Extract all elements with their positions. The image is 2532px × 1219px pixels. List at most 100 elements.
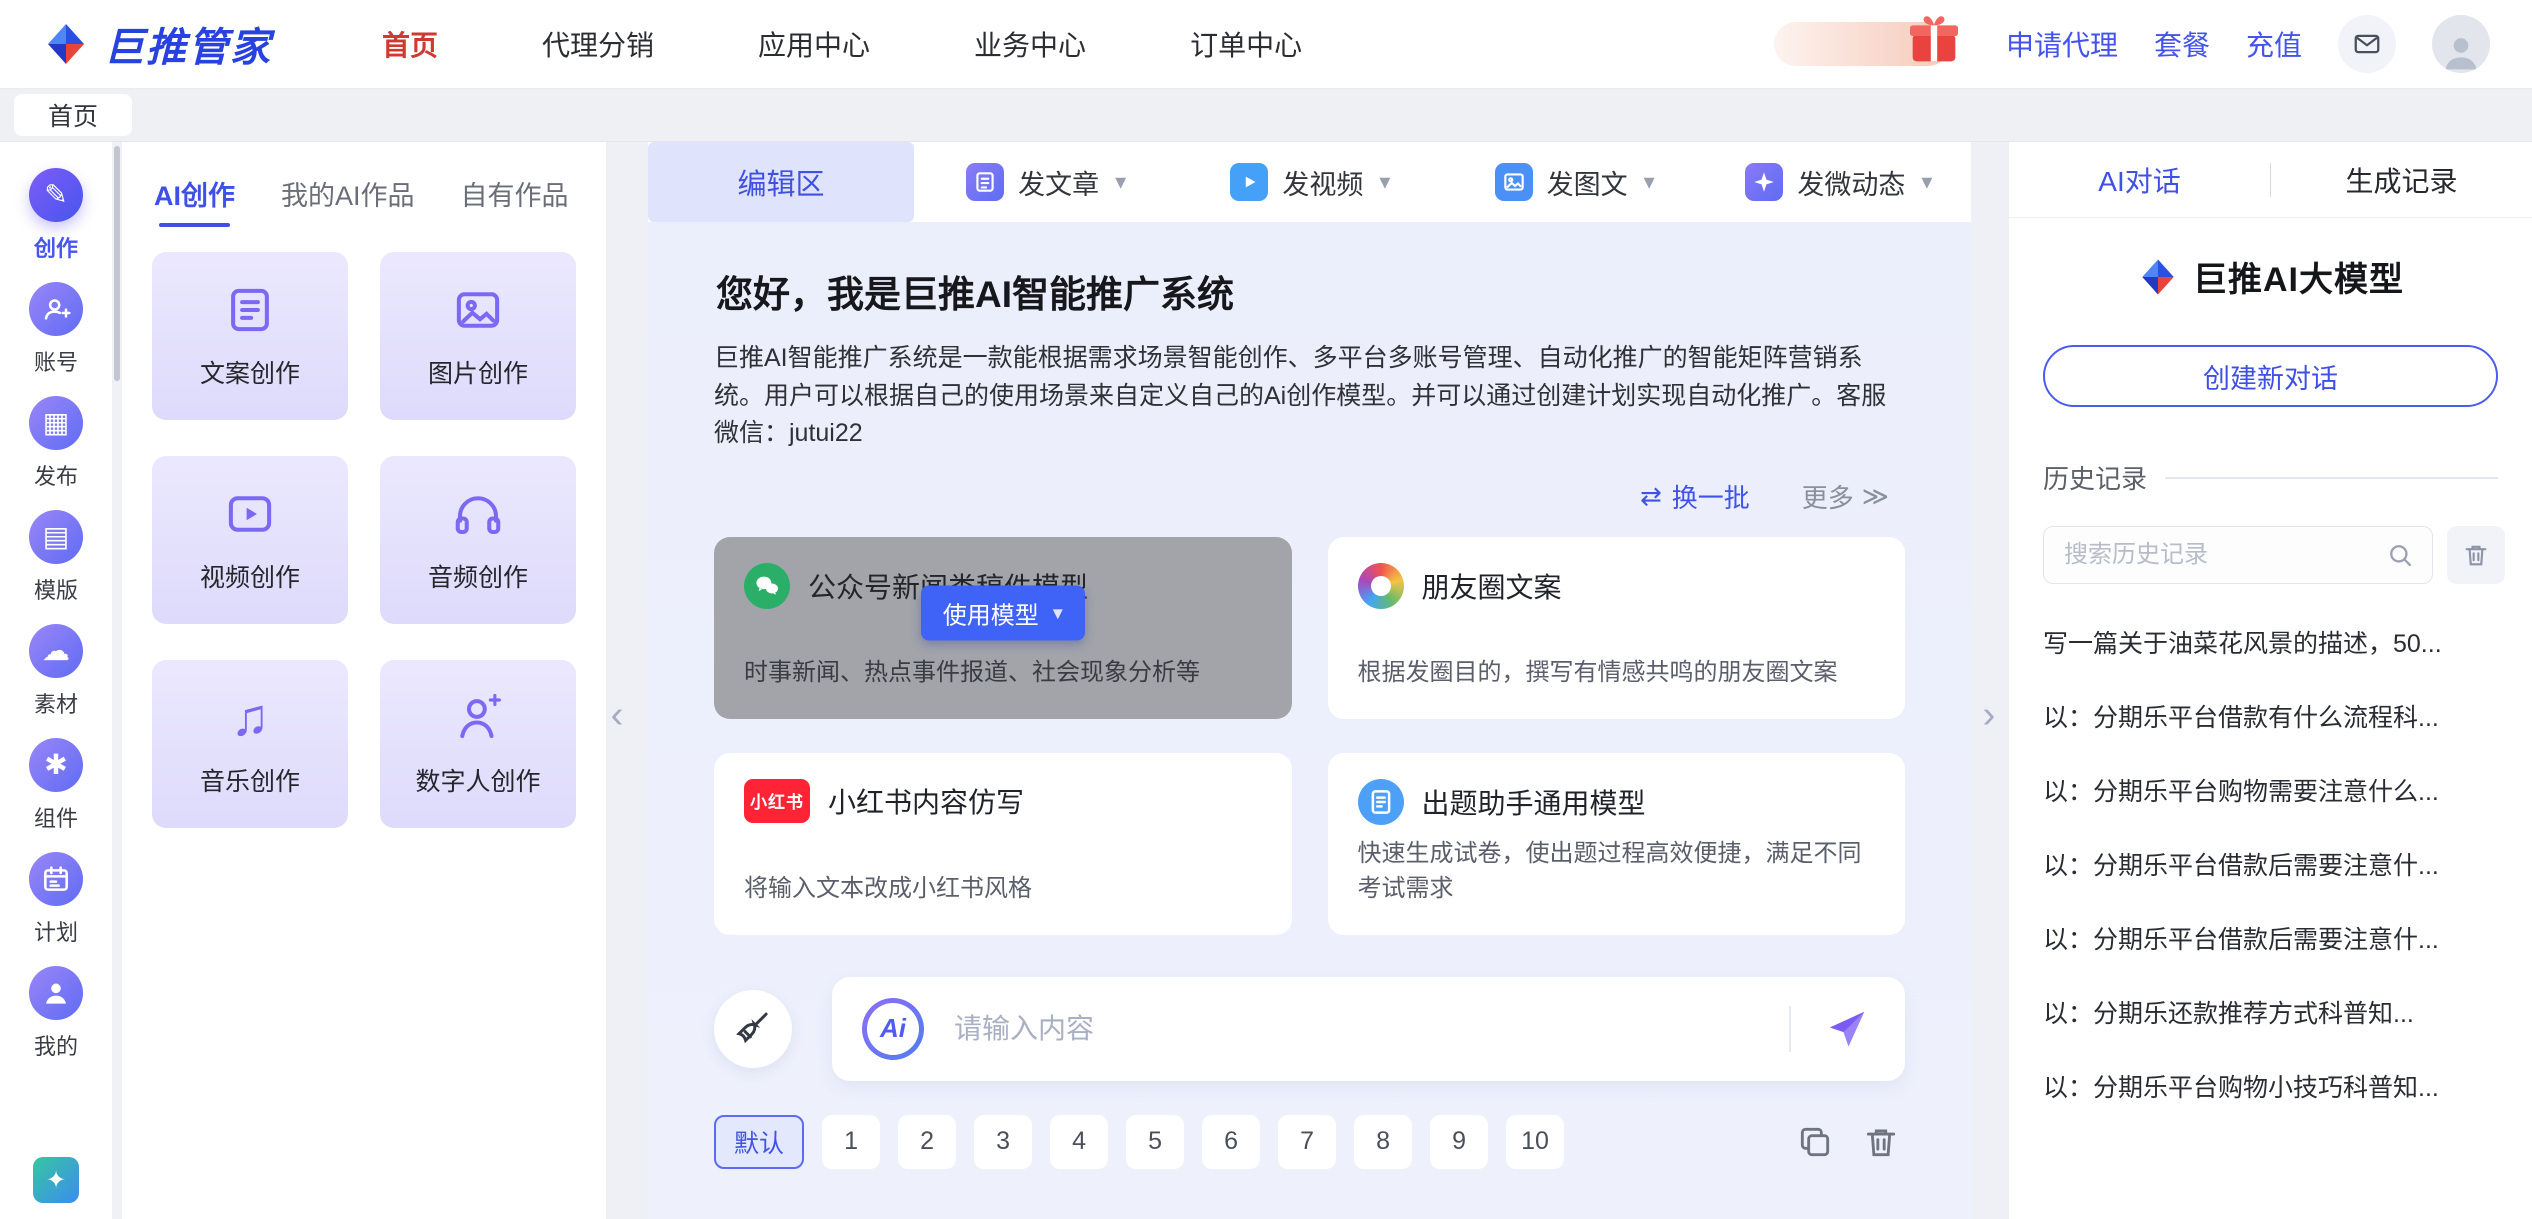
card-label: 视频创作 bbox=[200, 558, 300, 594]
page-button-5[interactable]: 5 bbox=[1126, 1115, 1184, 1169]
quiz-doc-icon bbox=[1358, 779, 1404, 825]
tab-ai-creation[interactable]: AI创作 bbox=[152, 160, 237, 227]
page-button-4[interactable]: 4 bbox=[1050, 1115, 1108, 1169]
card-image-creation[interactable]: 图片创作 bbox=[380, 252, 576, 420]
main-nav: 首页 代理分销 应用中心 业务中心 订单中心 bbox=[382, 24, 1302, 64]
tab-publish-imagetext[interactable]: 发图文 ▾ bbox=[1443, 142, 1707, 222]
tab-publish-micro-moment[interactable]: 发微动态 ▾ bbox=[1707, 142, 1971, 222]
greeting-title: 您好，我是巨推AI智能推广系统 bbox=[716, 264, 1905, 318]
model-toolbar: ⇄ 换一批 更多 ≫ bbox=[714, 478, 1889, 515]
swap-icon: ⇄ bbox=[1640, 481, 1662, 512]
page-button-8[interactable]: 8 bbox=[1354, 1115, 1412, 1169]
page-button-7[interactable]: 7 bbox=[1278, 1115, 1336, 1169]
recharge-link[interactable]: 充值 bbox=[2246, 24, 2302, 64]
page-button-3[interactable]: 3 bbox=[974, 1115, 1032, 1169]
delete-button[interactable] bbox=[1857, 1118, 1905, 1166]
sidebar-label: 我的 bbox=[34, 1029, 78, 1061]
clear-history-button[interactable] bbox=[2447, 526, 2505, 584]
avatar[interactable] bbox=[2432, 15, 2490, 73]
more-models-link[interactable]: 更多 ≫ bbox=[1802, 478, 1889, 515]
card-music-creation[interactable]: ♫ 音乐创作 bbox=[152, 660, 348, 828]
tab-own-works[interactable]: 自有作品 bbox=[459, 160, 571, 227]
tab-ai-chat[interactable]: AI对话 bbox=[2009, 160, 2270, 200]
swap-batch-button[interactable]: ⇄ 换一批 bbox=[1640, 478, 1750, 515]
pagination-bar: 默认 1 2 3 4 5 6 7 8 9 10 bbox=[714, 1115, 1905, 1169]
new-chat-button[interactable]: 创建新对话 bbox=[2043, 345, 2498, 407]
editor-tab-bar: 编辑区 发文章 ▾ 发视频 ▾ bbox=[648, 142, 1971, 222]
page-button-2[interactable]: 2 bbox=[898, 1115, 956, 1169]
plans-link[interactable]: 套餐 bbox=[2154, 24, 2210, 64]
nav-home[interactable]: 首页 bbox=[382, 24, 438, 64]
nav-business[interactable]: 业务中心 bbox=[974, 24, 1086, 64]
app-logo[interactable]: 巨推管家 bbox=[42, 15, 272, 73]
sidebar-item-plans[interactable]: 计划 bbox=[29, 852, 83, 947]
page-button-9[interactable]: 9 bbox=[1430, 1115, 1488, 1169]
card-copywriting[interactable]: 文案创作 bbox=[152, 252, 348, 420]
tab-publish-video[interactable]: 发视频 ▾ bbox=[1178, 142, 1442, 222]
promo-banner[interactable] bbox=[1774, 22, 1950, 66]
prompt-input[interactable] bbox=[952, 1012, 1761, 1046]
copywriting-icon bbox=[223, 282, 277, 338]
card-video-creation[interactable]: 视频创作 bbox=[152, 456, 348, 624]
history-item[interactable]: 以：分期乐平台借款后需要注意什... bbox=[2043, 846, 2498, 882]
history-search-input[interactable] bbox=[2062, 540, 2376, 570]
search-icon[interactable] bbox=[2386, 541, 2414, 569]
nav-apps[interactable]: 应用中心 bbox=[758, 24, 870, 64]
sidebar-item-publish[interactable]: ▦ 发布 bbox=[29, 396, 83, 491]
collapse-right-panel-handle[interactable]: › bbox=[1976, 682, 2002, 748]
history-item[interactable]: 以：分期乐平台借款后需要注意什... bbox=[2043, 920, 2498, 956]
page-button-1[interactable]: 1 bbox=[822, 1115, 880, 1169]
apply-agent-link[interactable]: 申请代理 bbox=[2006, 24, 2118, 64]
chevron-down-icon: ▾ bbox=[1644, 169, 1655, 195]
moments-icon bbox=[1358, 563, 1404, 609]
collapse-left-panel-handle[interactable]: ‹ bbox=[604, 682, 630, 748]
scrollbar-thumb[interactable] bbox=[114, 146, 120, 381]
history-item[interactable]: 以：分期乐平台借款有什么流程科... bbox=[2043, 698, 2498, 734]
double-chevron-icon: ≫ bbox=[1862, 481, 1889, 512]
sidebar-item-components[interactable]: ✱ 组件 bbox=[29, 738, 83, 833]
sidebar-item-accounts[interactable]: 账号 bbox=[29, 282, 83, 377]
page-default-button[interactable]: 默认 bbox=[714, 1115, 804, 1169]
mail-button[interactable] bbox=[2338, 15, 2396, 73]
nav-agency[interactable]: 代理分销 bbox=[542, 24, 654, 64]
sidebar-label: 素材 bbox=[34, 687, 78, 719]
sidebar-item-templates[interactable]: ▤ 模版 bbox=[29, 510, 83, 605]
history-item[interactable]: 写一篇关于油菜花风景的描述，50... bbox=[2043, 624, 2498, 660]
sidebar-label: 计划 bbox=[34, 915, 78, 947]
xiaohongshu-icon: 小红书 bbox=[744, 779, 810, 823]
play-icon bbox=[1230, 163, 1268, 201]
card-digital-human[interactable]: 数字人创作 bbox=[380, 660, 576, 828]
sidebar-item-create[interactable]: ✎ 创作 bbox=[29, 168, 83, 263]
chevron-down-icon: ▾ bbox=[1921, 169, 1932, 195]
use-model-button[interactable]: 使用模型 ▾ bbox=[921, 585, 1085, 640]
card-audio-creation[interactable]: 音频创作 bbox=[380, 456, 576, 624]
nav-orders[interactable]: 订单中心 bbox=[1190, 24, 1302, 64]
tab-editor-area[interactable]: 编辑区 bbox=[648, 142, 914, 222]
sidebar-item-assets[interactable]: ☁ 素材 bbox=[29, 624, 83, 719]
main-area: ✎ 创作 账号 ▦ 发布 ▤ 模版 ☁ bbox=[0, 142, 2532, 1219]
model-card-wechat-news[interactable]: 公众号新闻类稿件模型 使用模型 ▾ 时事新闻、热点事件报道、社会现象分析等 bbox=[714, 537, 1292, 719]
model-card-quiz-helper[interactable]: 出题助手通用模型 快速生成试卷，使出题过程高效便捷，满足不同考试需求 bbox=[1328, 753, 1906, 935]
helper-app-icon[interactable]: ✦ bbox=[33, 1157, 79, 1203]
page-scrollbar[interactable] bbox=[112, 142, 122, 1219]
history-item[interactable]: 以：分期乐还款推荐方式科普知... bbox=[2043, 994, 2498, 1030]
model-card-moments-copy[interactable]: 朋友圈文案 根据发圈目的，撰写有情感共鸣的朋友圈文案 bbox=[1328, 537, 1906, 719]
send-button[interactable] bbox=[1819, 1001, 1875, 1057]
tab-generation-records[interactable]: 生成记录 bbox=[2271, 160, 2532, 200]
sidebar-item-mine[interactable]: 我的 bbox=[29, 966, 83, 1061]
history-item[interactable]: 以：分期乐平台购物小技巧科普知... bbox=[2043, 1068, 2498, 1104]
page-button-10[interactable]: 10 bbox=[1506, 1115, 1564, 1169]
page-button-6[interactable]: 6 bbox=[1202, 1115, 1260, 1169]
tab-label: 发微动态 bbox=[1797, 163, 1905, 202]
history-item[interactable]: 以：分期乐平台购物需要注意什么... bbox=[2043, 772, 2498, 808]
tab-label: 发图文 bbox=[1547, 163, 1628, 202]
model-card-xiaohongshu[interactable]: 小红书 小红书内容仿写 将输入文本改成小红书风格 bbox=[714, 753, 1292, 935]
swap-label: 换一批 bbox=[1672, 478, 1750, 515]
tab-publish-article[interactable]: 发文章 ▾ bbox=[914, 142, 1178, 222]
app-window: 巨推管家 首页 代理分销 应用中心 业务中心 订单中心 申请代理 套餐 充值 bbox=[0, 0, 2532, 1219]
tab-home[interactable]: 首页 bbox=[14, 94, 132, 136]
model-card-header: 朋友圈文案 bbox=[1358, 563, 1876, 609]
tab-my-ai-works[interactable]: 我的AI作品 bbox=[279, 160, 417, 227]
copy-button[interactable] bbox=[1791, 1118, 1839, 1166]
clear-button[interactable] bbox=[714, 990, 792, 1068]
